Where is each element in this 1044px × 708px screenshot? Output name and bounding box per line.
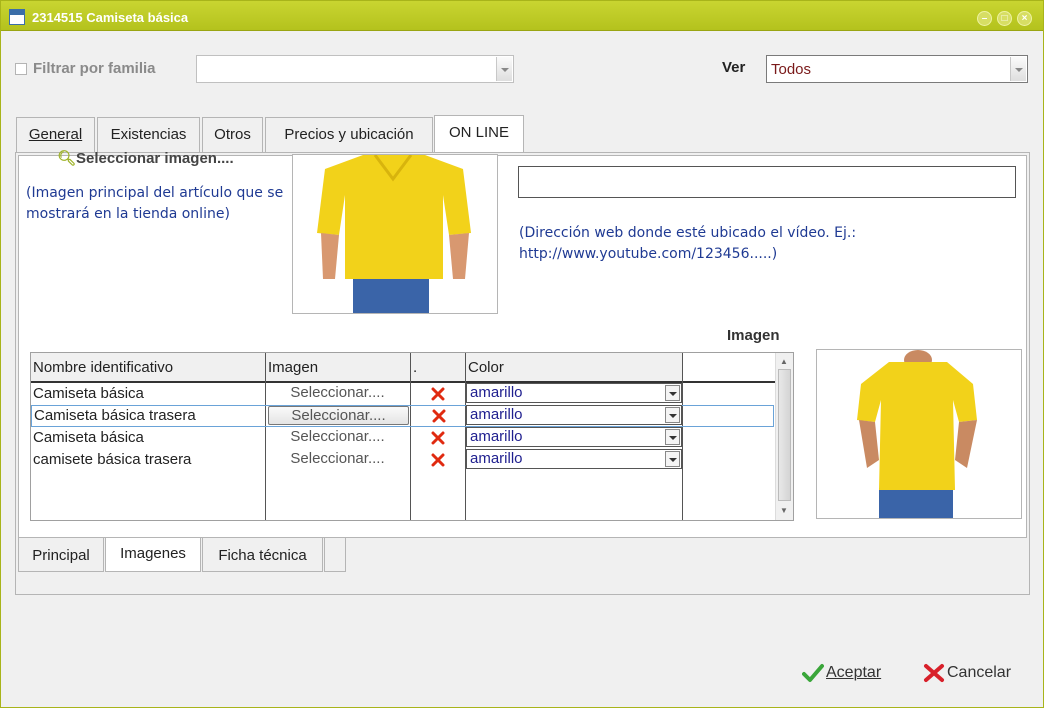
column-header-color[interactable]: Color — [466, 353, 683, 381]
close-icon: × — [1021, 13, 1028, 24]
color-value: amarillo — [470, 428, 523, 445]
tshirt-front-image — [317, 154, 471, 313]
cancel-button[interactable]: Cancelar — [923, 662, 1011, 684]
tab-existencias[interactable]: Existencias — [97, 117, 200, 153]
color-value: amarillo — [470, 406, 523, 423]
ver-select[interactable]: Todos — [766, 55, 1028, 83]
select-image-link[interactable]: 🔍︎Seleccionar imagen.... — [57, 149, 234, 167]
column-header-image[interactable]: Imagen — [266, 353, 410, 381]
app-icon — [9, 9, 25, 25]
tab-label: Precios y ubicación — [284, 126, 414, 143]
tab-label: Ficha técnica — [218, 547, 307, 564]
chevron-down-icon[interactable] — [665, 429, 680, 445]
delete-icon[interactable] — [432, 409, 446, 423]
tab-label: Existencias — [110, 126, 187, 143]
tab-online[interactable]: ON LINE — [434, 115, 524, 153]
column-header-name[interactable]: Nombre identificativo — [31, 353, 266, 381]
row-name: camisete básica trasera — [33, 451, 192, 468]
select-image-button[interactable]: Seleccionar.... — [267, 384, 408, 403]
color-select[interactable]: amarillo — [466, 405, 682, 425]
images-table: Nombre identificativo Imagen . Color Cam… — [30, 352, 794, 521]
accept-label: Aceptar — [826, 664, 882, 681]
table-row[interactable]: Camiseta básica trasera Seleccionar.... … — [31, 405, 774, 427]
tab-imagenes[interactable]: Imagenes — [105, 538, 201, 572]
video-url-hint: (Dirección web donde esté ubicado el víd… — [519, 225, 857, 262]
scroll-thumb[interactable] — [778, 369, 791, 501]
tab-otros[interactable]: Otros — [202, 117, 263, 153]
select-image-label: Seleccionar imagen.... — [76, 150, 234, 167]
chevron-down-icon[interactable] — [665, 407, 680, 423]
tab-label: Imagenes — [120, 545, 186, 562]
maximize-button[interactable]: □ — [997, 11, 1012, 26]
column-header-delete[interactable]: . — [411, 353, 465, 381]
table-row[interactable]: Camiseta básica Seleccionar.... amarillo — [31, 427, 775, 449]
cross-icon — [924, 664, 944, 682]
minimize-button[interactable]: – — [977, 11, 992, 26]
row-name: Camiseta básica trasera — [34, 407, 196, 424]
chevron-down-icon[interactable] — [665, 451, 680, 467]
delete-icon[interactable] — [431, 453, 445, 467]
family-filter-label: Filtrar por familia — [33, 60, 156, 77]
image-preview-label: Imagen — [727, 327, 780, 344]
ver-label: Ver — [722, 59, 746, 76]
online-tab-content: 🔍︎Seleccionar imagen.... (Imagen princip… — [15, 150, 1030, 595]
family-select[interactable] — [196, 55, 514, 83]
minimize-icon: – — [981, 13, 988, 24]
tab-ficha-tecnica[interactable]: Ficha técnica — [202, 538, 323, 572]
chevron-down-icon[interactable] — [665, 385, 680, 401]
video-url-input[interactable] — [518, 166, 1016, 198]
delete-icon[interactable] — [431, 431, 445, 445]
cancel-label: Cancelar — [947, 664, 1012, 681]
selected-image-preview — [816, 349, 1022, 519]
main-image-hint: (Imagen principal del artículo que se mo… — [26, 185, 284, 222]
checkmark-icon — [802, 664, 824, 682]
tab-label: ON LINE — [448, 124, 509, 141]
ver-select-value: Todos — [771, 61, 812, 78]
row-name: Camiseta básica — [33, 429, 144, 446]
family-filter-checkbox[interactable] — [15, 63, 27, 75]
window-title: 2314515 Camiseta básica — [32, 10, 189, 25]
chevron-down-icon[interactable] — [1010, 57, 1026, 81]
images-panel: 🔍︎Seleccionar imagen.... (Imagen princip… — [18, 150, 1027, 538]
table-row[interactable]: camisete básica trasera Seleccionar.... … — [31, 449, 775, 471]
table-row[interactable]: Camiseta básica Seleccionar.... amarillo — [31, 383, 775, 405]
product-window: 2314515 Camiseta básica – □ × Filtrar po… — [0, 0, 1044, 708]
tab-precios[interactable]: Precios y ubicación — [265, 117, 433, 153]
title-bar: 2314515 Camiseta básica – □ × — [1, 1, 1043, 31]
color-value: amarillo — [470, 450, 523, 467]
select-image-button[interactable]: Seleccionar.... — [267, 450, 408, 469]
color-select[interactable]: amarillo — [466, 383, 682, 403]
tshirt-back-image — [857, 350, 977, 518]
close-button[interactable]: × — [1017, 11, 1032, 26]
maximize-icon: □ — [1001, 13, 1008, 24]
scroll-down-icon[interactable]: ▼ — [780, 506, 788, 515]
chevron-down-icon[interactable] — [496, 57, 512, 81]
tab-empty — [324, 538, 346, 572]
tab-principal[interactable]: Principal — [18, 538, 104, 572]
select-image-button[interactable]: Seleccionar.... — [267, 428, 408, 447]
main-image-preview[interactable] — [292, 154, 498, 314]
color-select[interactable]: amarillo — [466, 427, 682, 447]
table-scrollbar[interactable]: ▲ ▼ — [775, 353, 793, 520]
scroll-up-icon[interactable]: ▲ — [780, 357, 788, 366]
row-name: Camiseta básica — [33, 385, 144, 402]
tab-general[interactable]: General — [16, 117, 95, 153]
delete-icon[interactable] — [431, 387, 445, 401]
select-image-button[interactable]: Seleccionar.... — [268, 406, 409, 425]
magnifier-icon: 🔍︎ — [57, 150, 77, 167]
color-select[interactable]: amarillo — [466, 449, 682, 469]
color-value: amarillo — [470, 384, 523, 401]
tab-label: General — [28, 126, 83, 143]
accept-button[interactable]: Aceptar — [802, 662, 881, 684]
tab-label: Principal — [32, 547, 90, 564]
tab-label: Otros — [214, 126, 251, 143]
